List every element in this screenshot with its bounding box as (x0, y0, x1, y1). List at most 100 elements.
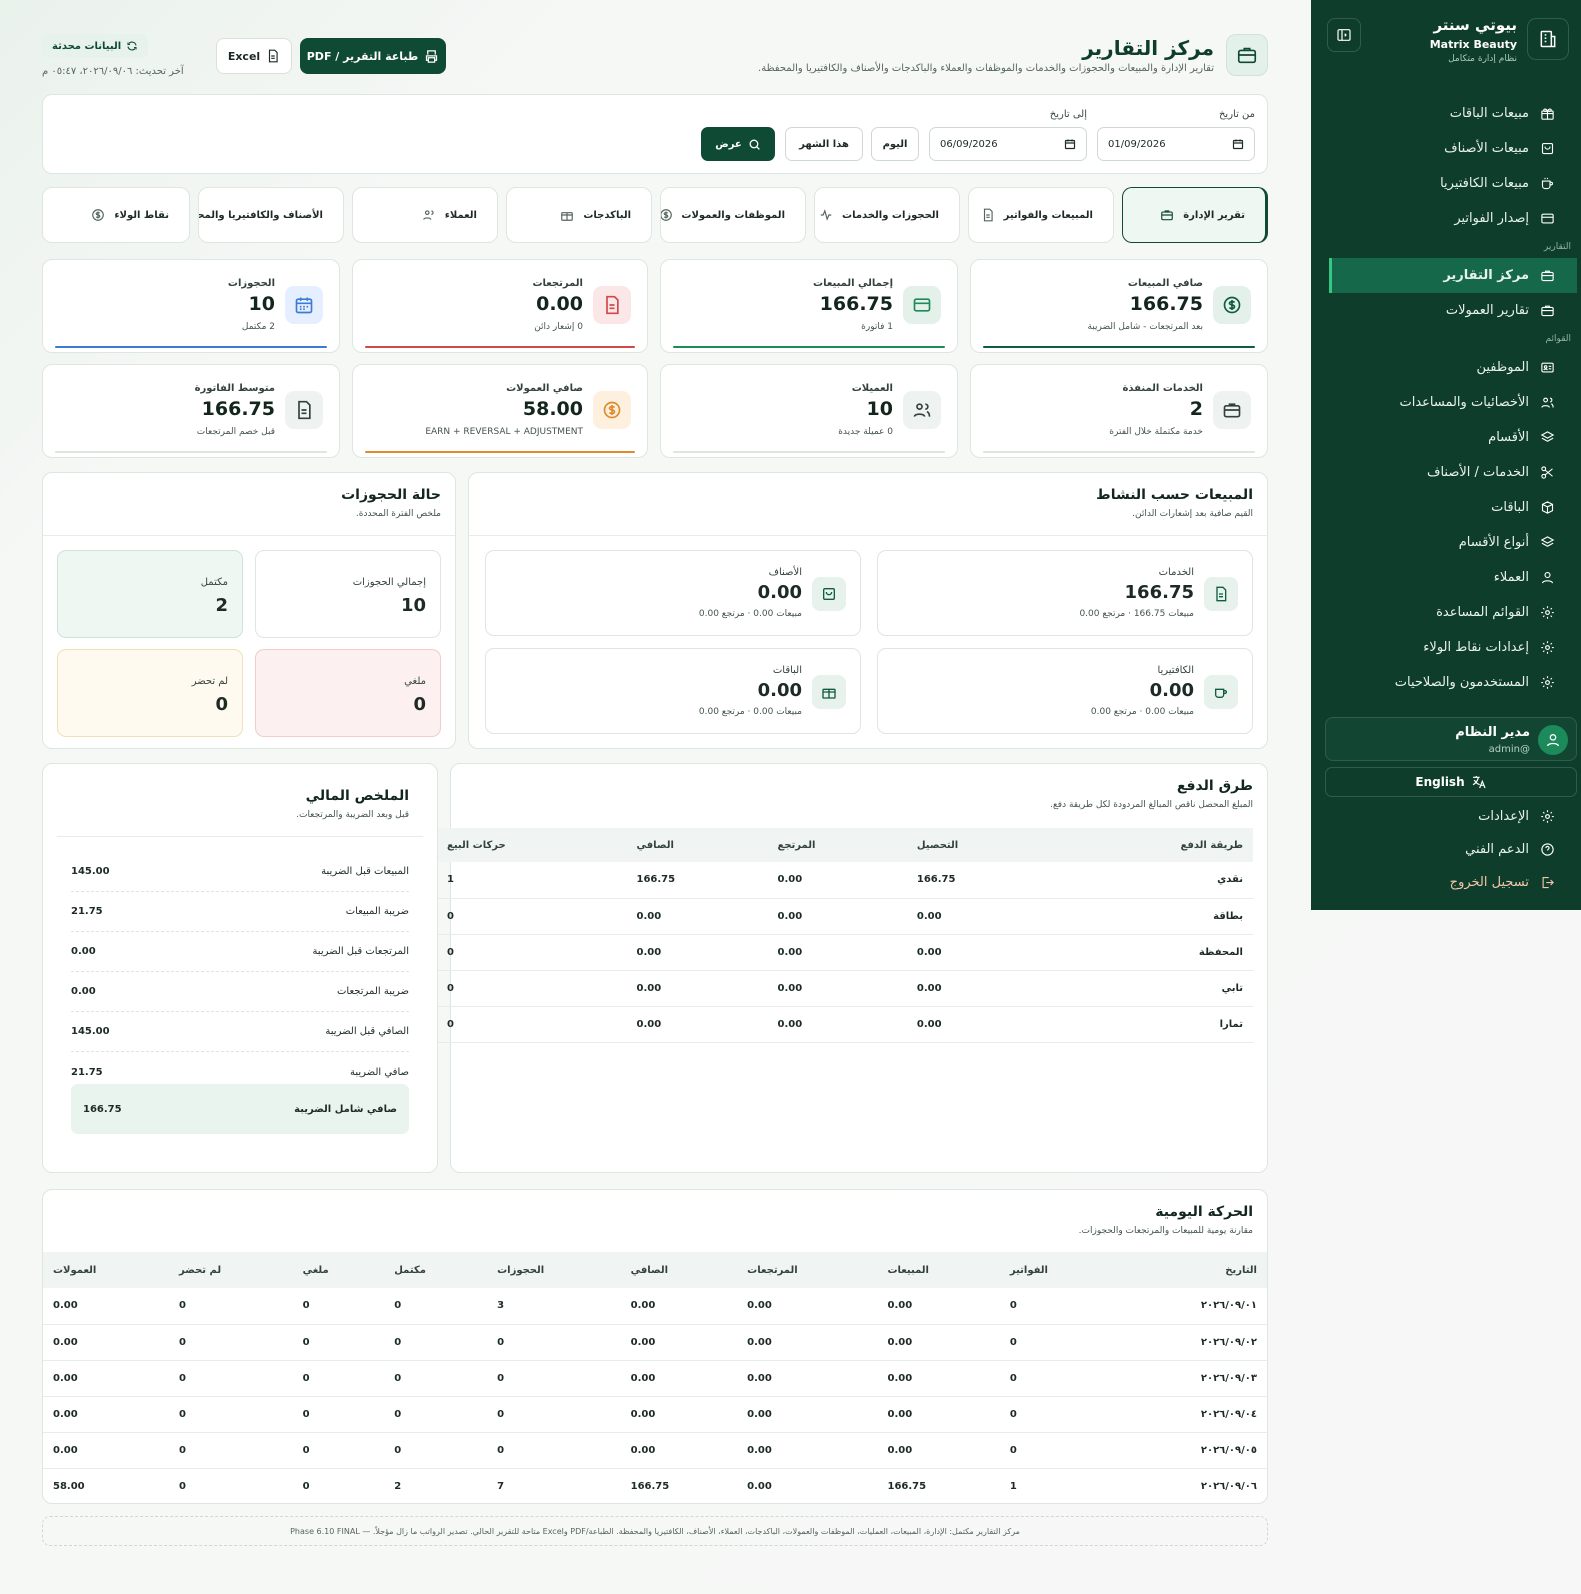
user-card[interactable]: مدير النظام @admin (1325, 717, 1577, 761)
sidebar-item-label: الإعدادات (1478, 809, 1529, 824)
sidebar-item-invoices[interactable]: إصدار الفواتير (1311, 201, 1581, 236)
sidebar-item-settings[interactable]: الإعدادات (1311, 800, 1581, 833)
divider (57, 836, 423, 837)
sidebar-item-departments[interactable]: الأقسام (1311, 420, 1581, 455)
financial-row: المبيعات قبل الضريبة 145.00 (71, 852, 409, 892)
sidebar-item-logout[interactable]: تسجيل الخروج (1311, 866, 1581, 899)
kpi-label: صافي المبيعات (1127, 278, 1203, 289)
payment-methods-table: طريقة الدفع التحصيل المرتجع الصافي حركات… (437, 828, 1253, 1043)
kpi-sub: بعد المرتجعات - شامل الضريبة (1087, 322, 1203, 332)
data-updated-badge[interactable]: البيانات محدثة (42, 34, 149, 58)
kpi-value: 58.00 (522, 398, 583, 420)
gift-icon (559, 207, 575, 223)
sidebar-nav: مبيعات الباقات مبيعات الأصناف مبيعات الك… (1311, 96, 1581, 700)
document-icon (1204, 577, 1238, 611)
table-cell: 0 (169, 1360, 293, 1397)
table-cell: 7 (487, 1468, 621, 1503)
user-name: مدير النظام (1455, 725, 1530, 740)
table-cell: 0.00 (43, 1432, 169, 1469)
tab-items-cafeteria-wallet[interactable]: الأصناف والكافتيريا والمحفظة (198, 187, 344, 243)
sidebar: بيوتي سنتر Matrix Beauty نظام إدارة متكا… (1311, 0, 1581, 910)
section-subtitle: ملخص الفترة المحددة. (355, 509, 441, 519)
sidebar-item-support[interactable]: الدعم الفني (1311, 833, 1581, 866)
sidebar-item-helper-lists[interactable]: القوائم المساعدة (1311, 595, 1581, 630)
tab-loyalty-points[interactable]: نقاط الولاء (42, 187, 190, 243)
sidebar-item-employees[interactable]: الموظفين (1311, 350, 1581, 385)
print-pdf-button[interactable]: طباعة التقرير / PDF (300, 38, 446, 74)
table-cell: 1 (437, 862, 627, 899)
activity-sub: مبيعات 0.00 · مرتجع 0.00 (698, 609, 802, 619)
financial-value: 145.00 (71, 866, 110, 877)
table-cell: تابي (1054, 970, 1253, 1007)
to-date-input[interactable]: 06/09/2026 (929, 127, 1087, 161)
kpi-returns: المرتجعات 0.00 0 إشعار دائن (352, 259, 648, 353)
excel-label: Excel (227, 49, 261, 63)
excel-export-button[interactable]: Excel (216, 38, 292, 74)
page-title: مركز التقارير (1082, 36, 1214, 60)
financial-label: الصافي قبل الضريبة (325, 1026, 409, 1037)
activity-value: 0.00 (757, 582, 802, 603)
activity-value: 166.75 (1124, 582, 1194, 603)
from-date-input[interactable]: 01/09/2026 (1097, 127, 1255, 161)
table-cell: 0.00 (43, 1360, 169, 1397)
scissors-icon (1539, 465, 1555, 481)
tab-label: الأصناف والكافتيريا والمحفظة (198, 209, 323, 221)
collapse-sidebar-icon[interactable] (1327, 18, 1361, 52)
table-cell: 0.00 (906, 970, 1055, 1007)
booking-label: إجمالي الحجوزات (352, 577, 426, 588)
booking-completed: مكتمل 2 (57, 550, 243, 638)
financial-row: ضريبة المبيعات 21.75 (71, 892, 409, 932)
sidebar-item-clients[interactable]: العملاء (1311, 560, 1581, 595)
tab-management[interactable]: تقرير الإدارة (1122, 187, 1268, 243)
tab-staff-commissions[interactable]: الموظفات والعمولات (660, 187, 806, 243)
kpi-sub: 2 مكتمل (241, 322, 275, 332)
column-header: الفواتير (999, 1252, 1116, 1288)
column-header: ملغي (292, 1252, 385, 1288)
tab-clients[interactable]: العملاء (352, 187, 498, 243)
table-cell: 0 (487, 1432, 621, 1469)
sidebar-item-loyalty-settings[interactable]: إعدادات نقاط الولاء (1311, 630, 1581, 665)
sidebar-item-item-sales[interactable]: مبيعات الأصناف (1311, 131, 1581, 166)
booking-label: ملغي (404, 676, 426, 687)
activity-label: الباقات (772, 665, 802, 676)
table-cell: 0.00 (620, 1396, 738, 1433)
sidebar-item-services[interactable]: الخدمات / الأصناف (1311, 455, 1581, 490)
table-cell: 0.00 (43, 1396, 169, 1433)
tab-label: العملاء (444, 209, 477, 221)
today-button[interactable]: اليوم (871, 127, 919, 161)
sidebar-item-commission-reports[interactable]: تقارير العمولات (1311, 293, 1581, 328)
kpi-label: المرتجعات (532, 278, 583, 289)
divider (43, 535, 455, 536)
sidebar-item-packages[interactable]: الباقات (1311, 490, 1581, 525)
table-row: ٢٠٢٦/٠٩/٠٦ 1 166.75 0.00 166.75 7 2 0 0 58.00 (43, 1468, 1267, 1503)
sidebar-item-label: مبيعات الأصناف (1444, 141, 1529, 156)
section-title: الملخص المالي (305, 788, 409, 804)
table-cell: بطاقة (1054, 898, 1253, 935)
tab-label: تقرير الإدارة (1183, 209, 1245, 221)
financial-row: المرتجعات قبل الضريبة 0.00 (71, 932, 409, 972)
sidebar-item-reports-center[interactable]: مركز التقارير (1329, 258, 1577, 293)
sidebar-item-department-types[interactable]: أنواع الأقسام (1311, 525, 1581, 560)
column-header: مكتمل (384, 1252, 488, 1288)
tab-bookings-services[interactable]: الحجوزات والخدمات (814, 187, 960, 243)
sidebar-item-label: الخدمات / الأصناف (1426, 465, 1529, 480)
sidebar-item-package-sales[interactable]: مبيعات الباقات (1311, 96, 1581, 131)
gear-icon (1539, 675, 1555, 691)
this-month-button[interactable]: هذا الشهر (785, 127, 863, 161)
tab-packages[interactable]: الباكدجات (506, 187, 652, 243)
table-cell: 0 (999, 1324, 1116, 1361)
kpi-value: 166.75 (819, 293, 893, 315)
sidebar-item-users-permissions[interactable]: المستخدمون والصلاحيات (1311, 665, 1581, 700)
sidebar-item-specialists[interactable]: الأخصائيات والمساعدات (1311, 385, 1581, 420)
kpi-label: صافي العمولات (506, 383, 583, 394)
table-cell: 0 (487, 1360, 621, 1397)
nav-section-lists: القوائم (1545, 334, 1571, 344)
table-row: ٢٠٢٦/٠٩/٠١ 0 0.00 0.00 0.00 3 0 0 0 0.00 (43, 1288, 1267, 1325)
language-toggle-button[interactable]: English (1325, 767, 1577, 797)
sidebar-item-cafeteria-sales[interactable]: مبيعات الكافتيريا (1311, 166, 1581, 201)
show-button[interactable]: عرض (701, 127, 775, 161)
kpi-value: 0.00 (536, 293, 583, 315)
table-row: تابي 0.00 0.00 0.00 0 (437, 970, 1253, 1007)
activity-packages: الباقات 0.00 مبيعات 0.00 · مرتجع 0.00 (485, 648, 861, 734)
tab-sales-invoices[interactable]: المبيعات والفواتير (968, 187, 1114, 243)
